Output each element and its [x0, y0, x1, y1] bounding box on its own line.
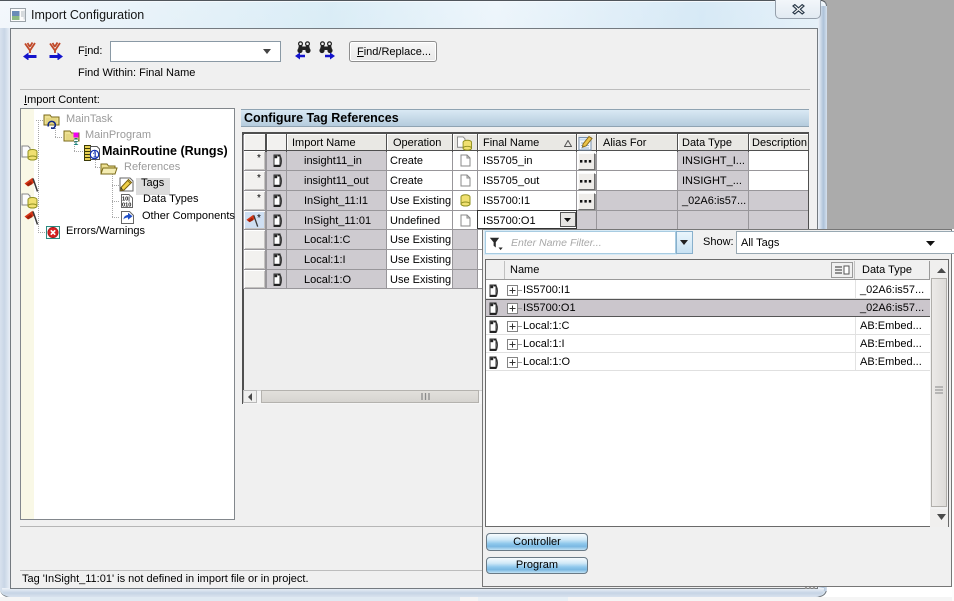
svg-text:010: 010	[122, 202, 131, 208]
